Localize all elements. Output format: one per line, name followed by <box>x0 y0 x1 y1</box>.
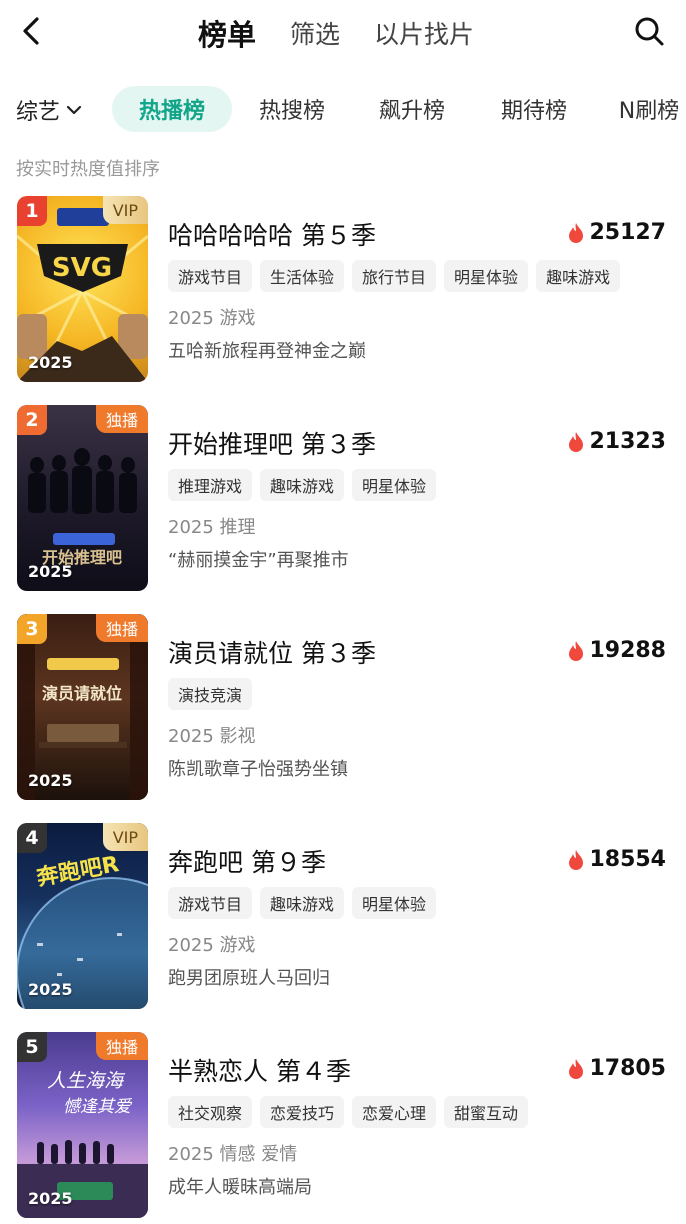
heat-value: 18554 <box>589 847 666 872</box>
chip-hot-search[interactable]: 热搜榜 <box>242 86 342 132</box>
poster-year: 2025 <box>28 1189 73 1208</box>
item-meta: 2025 推理 <box>168 517 256 538</box>
tag[interactable]: 趣味游戏 <box>260 887 345 919</box>
tag[interactable]: 明星体验 <box>352 469 437 501</box>
chip-rewatch[interactable]: N刷榜 <box>606 86 686 132</box>
svg-text:SVG: SVG <box>52 253 112 283</box>
tab-filter[interactable]: 筛选 <box>290 15 340 51</box>
chip-hot-playing[interactable]: 热播榜 <box>112 86 232 132</box>
svg-text:憾逢其爱: 憾逢其爱 <box>63 1097 133 1117</box>
chip-anticipated[interactable]: 期待榜 <box>484 86 584 132</box>
poster[interactable]: SVG 1 VIP 2025 <box>17 196 148 382</box>
tag[interactable]: 推理游戏 <box>168 469 253 501</box>
tag[interactable]: 明星体验 <box>352 887 437 919</box>
rank-badge: 1 <box>17 196 47 226</box>
back-button[interactable] <box>14 14 48 48</box>
svg-text:演员请就位: 演员请就位 <box>42 684 122 703</box>
tag[interactable]: 甜蜜互动 <box>444 1096 529 1128</box>
tag[interactable]: 社交观察 <box>168 1096 253 1128</box>
tag-list: 推理游戏 趣味游戏 明星体验 <box>168 469 437 501</box>
list-item[interactable]: 演员请就位 3 独播 2025 演员请就位 第３季 19288 演技竞演 202… <box>0 614 686 804</box>
tag-list: 社交观察 恋爱技巧 恋爱心理 甜蜜互动 <box>168 1096 529 1128</box>
tag[interactable]: 恋爱技巧 <box>260 1096 345 1128</box>
item-description: 五哈新旅程再登神金之巅 <box>168 341 366 362</box>
vip-badge: VIP <box>102 196 148 224</box>
tag[interactable]: 趣味游戏 <box>536 260 621 292</box>
rank-badge: 5 <box>17 1032 47 1062</box>
item-meta: 2025 游戏 <box>168 308 256 329</box>
item-title[interactable]: 哈哈哈哈哈 第５季 <box>168 216 376 252</box>
tag-list: 游戏节目 生活体验 旅行节目 明星体验 趣味游戏 <box>168 260 621 292</box>
tag[interactable]: 游戏节目 <box>168 260 253 292</box>
heat-value: 17805 <box>589 1056 666 1081</box>
list-item[interactable]: 奔跑吧R 4 VIP 2025 奔跑吧 第９季 18554 游戏节目 趣味游戏 … <box>0 823 686 1013</box>
tag[interactable]: 演技竞演 <box>168 678 253 710</box>
item-description: 成年人暖昧高端局 <box>168 1177 312 1198</box>
heat-score: 18554 <box>568 847 666 872</box>
item-title[interactable]: 演员请就位 第３季 <box>168 634 376 670</box>
item-meta: 2025 影视 <box>168 726 256 747</box>
poster[interactable]: 奔跑吧R 4 VIP 2025 <box>17 823 148 1009</box>
chevron-left-icon <box>23 17 39 45</box>
heat-score: 17805 <box>568 1056 666 1081</box>
item-meta: 2025 游戏 <box>168 935 256 956</box>
exclusive-badge: 独播 <box>95 1032 148 1060</box>
search-icon <box>635 17 664 46</box>
poster[interactable]: 人生海海 憾逢其爱 5 独播 2025 <box>17 1032 148 1218</box>
chevron-down-icon <box>66 105 82 115</box>
fire-icon <box>569 1058 584 1079</box>
vip-badge: VIP <box>102 823 148 851</box>
list-item[interactable]: 人生海海 憾逢其爱 5 独播 2025 半熟恋人 第４季 17805 社交观察 … <box>0 1032 686 1222</box>
tag[interactable]: 生活体验 <box>260 260 345 292</box>
fire-icon <box>569 849 584 870</box>
tag[interactable]: 趣味游戏 <box>260 469 345 501</box>
item-meta: 2025 情感 爱情 <box>168 1144 298 1165</box>
svg-text:人生海海: 人生海海 <box>47 1070 126 1092</box>
fire-icon <box>569 222 584 243</box>
rank-badge: 3 <box>17 614 47 644</box>
tag-list: 游戏节目 趣味游戏 明星体验 <box>168 887 437 919</box>
item-title[interactable]: 奔跑吧 第９季 <box>168 843 326 879</box>
poster-year: 2025 <box>28 771 73 790</box>
poster-year: 2025 <box>28 353 73 372</box>
item-description: 跑男团原班人马回归 <box>168 968 330 989</box>
tag[interactable]: 恋爱心理 <box>352 1096 437 1128</box>
heat-score: 25127 <box>568 220 666 245</box>
tag[interactable]: 游戏节目 <box>168 887 253 919</box>
tag[interactable]: 旅行节目 <box>352 260 437 292</box>
heat-value: 19288 <box>589 638 666 663</box>
search-button[interactable] <box>632 14 666 48</box>
item-description: 陈凯歌章子怡强势坐镇 <box>168 759 348 780</box>
poster[interactable]: 演员请就位 3 独播 2025 <box>17 614 148 800</box>
item-description: “赫丽摸金宇”再聚推市 <box>168 550 349 571</box>
tab-find-by-clip[interactable]: 以片找片 <box>374 15 474 51</box>
poster-year: 2025 <box>28 980 73 999</box>
nav-tabs: 榜单 筛选 以片找片 <box>198 12 474 54</box>
heat-score: 19288 <box>568 638 666 663</box>
fire-icon <box>569 431 584 452</box>
list-item[interactable]: 开始推理吧 2 独播 2025 开始推理吧 第３季 21323 推理游戏 趣味游… <box>0 405 686 595</box>
tag[interactable]: 明星体验 <box>444 260 529 292</box>
filter-row: 综艺 热播榜 热搜榜 飙升榜 期待榜 N刷榜 <box>0 86 686 132</box>
tag-list: 演技竞演 <box>168 678 253 710</box>
heat-value: 21323 <box>589 429 666 454</box>
exclusive-badge: 独播 <box>95 614 148 642</box>
item-title[interactable]: 开始推理吧 第３季 <box>168 425 376 461</box>
rank-badge: 2 <box>17 405 47 435</box>
tab-rankings[interactable]: 榜单 <box>198 12 256 54</box>
poster[interactable]: 开始推理吧 2 独播 2025 <box>17 405 148 591</box>
exclusive-badge: 独播 <box>95 405 148 433</box>
top-bar: 榜单 筛选 以片找片 <box>0 0 686 64</box>
category-dropdown[interactable]: 综艺 <box>16 94 82 126</box>
heat-value: 25127 <box>589 220 666 245</box>
poster-year: 2025 <box>28 562 73 581</box>
heat-score: 21323 <box>568 429 666 454</box>
sort-hint: 按实时热度值排序 <box>16 159 160 180</box>
item-title[interactable]: 半熟恋人 第４季 <box>168 1052 351 1088</box>
list-item[interactable]: SVG 1 VIP 2025 哈哈哈哈哈 第５季 25127 游戏节目 生活体验… <box>0 196 686 386</box>
fire-icon <box>569 640 584 661</box>
chip-rising[interactable]: 飙升榜 <box>362 86 462 132</box>
category-label: 综艺 <box>16 100 61 125</box>
rank-badge: 4 <box>17 823 47 853</box>
